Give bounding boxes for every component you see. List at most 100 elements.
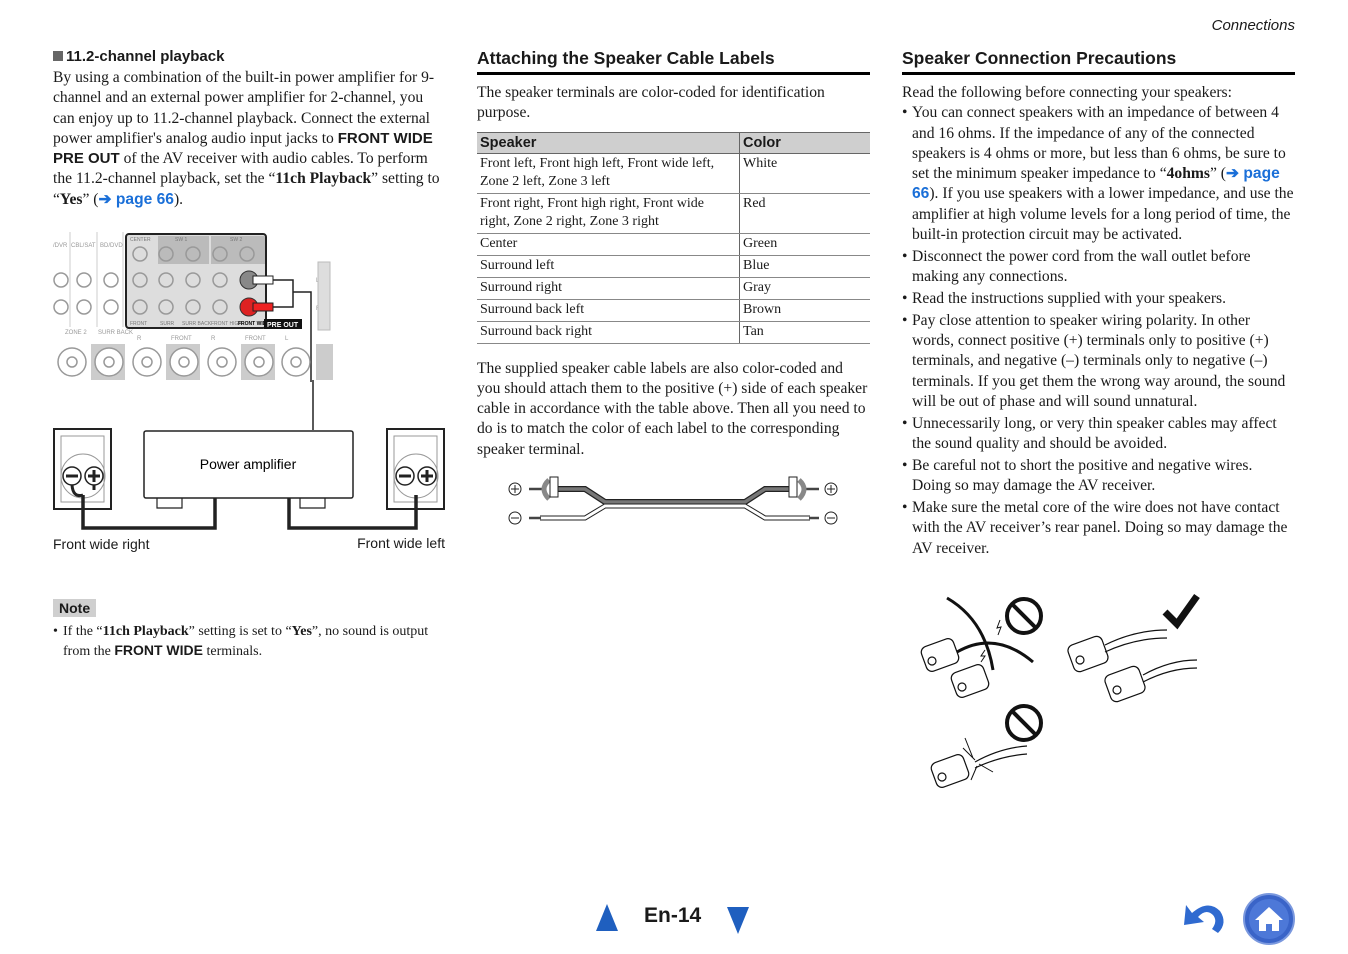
- color-cell: Gray: [739, 277, 870, 300]
- front-wide-right-label: Front wide right: [53, 536, 150, 552]
- text: ). If you use speakers with a lower impe…: [912, 185, 1294, 244]
- terminal-icon: [1104, 665, 1146, 703]
- text: ).: [173, 190, 184, 208]
- keyword: 11ch Playback: [102, 624, 189, 639]
- front-wide-left-label: Front wide left: [357, 535, 445, 551]
- keyword: 11ch Playback: [275, 170, 372, 188]
- terminal-icon: [920, 638, 960, 672]
- text: ” (: [1209, 165, 1226, 183]
- panel-label: ZONE 2: [65, 330, 87, 336]
- panel-label: SURR BACK: [98, 330, 133, 336]
- table-row: Surround back left Brown: [477, 299, 870, 322]
- wiring-illustration: [920, 593, 1200, 788]
- terminal-icon: [930, 754, 970, 788]
- panel-label: CBL/SAT: [71, 243, 96, 249]
- pre-out-label: PRE OUT: [267, 322, 299, 329]
- negative-wire: [540, 503, 810, 521]
- speaker-cell: Center: [477, 233, 740, 256]
- previous-page-arrow[interactable]: [596, 904, 618, 931]
- note-box: Note If the “11ch Playback” setting is s…: [53, 599, 448, 663]
- prohibited-icon: [1005, 704, 1043, 742]
- note-item: If the “11ch Playback” setting is set to…: [53, 622, 448, 661]
- terminal-icon: [1067, 635, 1109, 673]
- left-column: 11.2-channel playback By using a combina…: [53, 48, 448, 210]
- list-item: Make sure the metal core of the wire doe…: [902, 498, 1295, 559]
- panel-label: FRONT: [245, 336, 266, 342]
- table-row: Surround left Blue: [477, 255, 870, 278]
- list-item: You can connect speakers with an impedan…: [902, 103, 1295, 245]
- column-header: Speaker: [477, 131, 740, 154]
- note-badge: Note: [53, 599, 97, 617]
- right-column: Speaker Connection Precautions Read the …: [902, 48, 1295, 560]
- table-row: Front left, Front high left, Front wide …: [477, 153, 870, 194]
- list-item: Disconnect the power cord from the wall …: [902, 247, 1295, 288]
- panel-label: SURR BACK: [182, 321, 212, 327]
- color-cell: Brown: [739, 299, 870, 322]
- panel-label: R: [137, 336, 142, 342]
- column-header: Color: [739, 131, 870, 154]
- panel-label: /DVR: [53, 243, 68, 249]
- speaker-cell: Front right, Front high right, Front wid…: [477, 193, 740, 234]
- intro-paragraph: By using a combination of the built-in p…: [53, 68, 448, 210]
- checkmark-icon: [1162, 593, 1200, 630]
- labels-paragraph: The supplied speaker cable labels are al…: [477, 359, 868, 458]
- text: terminals.: [202, 644, 263, 659]
- page-number: En-14: [644, 904, 702, 927]
- prohibited-icon: [1005, 597, 1043, 635]
- panel-label: R: [211, 336, 216, 342]
- text: If the “: [63, 624, 103, 639]
- color-cell: Blue: [739, 255, 870, 278]
- speaker-color-table: Speaker Color Front left, Front high lef…: [477, 131, 870, 344]
- speaker-cell: Surround back right: [477, 321, 740, 344]
- cable-label-icon: [541, 478, 551, 501]
- panel-label: SW 2: [230, 237, 242, 243]
- receiver-rear-panel-diagram: /DVR CBL/SAT BD/DVD CENTER SW 1 SW 2 FRO…: [53, 232, 333, 382]
- section-heading: Speaker Connection Precautions: [902, 48, 1295, 75]
- panel-label: FRONT: [130, 321, 147, 327]
- list-item: Unnecessarily long, or very thin speaker…: [902, 414, 1295, 455]
- amplifier-speaker-diagram: Power amplifier: [53, 380, 445, 530]
- panel-label: FRONT: [171, 336, 192, 342]
- color-cell: Red: [739, 193, 870, 234]
- speaker-cell: Surround back left: [477, 299, 740, 322]
- keyword: FRONT WIDE: [114, 642, 203, 658]
- heading-text: 11.2-channel playback: [66, 48, 225, 65]
- color-cell: Tan: [739, 321, 870, 344]
- keyword: Yes: [59, 190, 83, 208]
- precautions-list: You can connect speakers with an impedan…: [902, 103, 1295, 559]
- color-cell: Green: [739, 233, 870, 256]
- keyword: Yes: [291, 624, 312, 639]
- table-row: Center Green: [477, 233, 870, 256]
- page-66-link[interactable]: ➔ page 66: [98, 191, 173, 208]
- text: ” (: [82, 190, 99, 208]
- table-row: Front right, Front high right, Front wid…: [477, 193, 870, 234]
- note-list: If the “11ch Playback” setting is set to…: [53, 622, 448, 661]
- panel-label: BD/DVD: [100, 243, 123, 249]
- next-page-arrow[interactable]: [727, 907, 749, 934]
- section-label: Connections: [1211, 17, 1295, 34]
- list-item: Read the instructions supplied with your…: [902, 289, 1295, 310]
- panel-label: CENTER: [130, 237, 151, 243]
- speaker-cell: Front left, Front high left, Front wide …: [477, 153, 740, 194]
- speaker-cell: Surround left: [477, 255, 740, 278]
- color-cell: White: [739, 153, 870, 194]
- panel-label: SURR: [160, 321, 175, 327]
- intro-paragraph: Read the following before connecting you…: [902, 84, 1232, 101]
- table-row: Surround right Gray: [477, 277, 870, 300]
- back-arrow-icon: [1184, 905, 1224, 933]
- intro-paragraph: The speaker terminals are color-coded fo…: [477, 84, 825, 122]
- home-button[interactable]: [1242, 892, 1296, 946]
- terminal-icon: [950, 664, 990, 698]
- amp-label: Power amplifier: [200, 456, 297, 472]
- back-button[interactable]: [1182, 895, 1230, 939]
- list-item: Pay close attention to speaker wiring po…: [902, 311, 1295, 412]
- panel-label: L: [285, 336, 289, 342]
- panel-label: SW 1: [175, 237, 187, 243]
- middle-column: Attaching the Speaker Cable Labels The s…: [477, 48, 870, 460]
- speaker-cable-diagram: [508, 476, 838, 525]
- subsection-heading: 11.2-channel playback: [53, 48, 448, 65]
- list-item: Be careful not to short the positive and…: [902, 456, 1295, 497]
- square-bullet-icon: [53, 51, 63, 61]
- speaker-cell: Surround right: [477, 277, 740, 300]
- text: ” setting is set to “: [188, 624, 292, 639]
